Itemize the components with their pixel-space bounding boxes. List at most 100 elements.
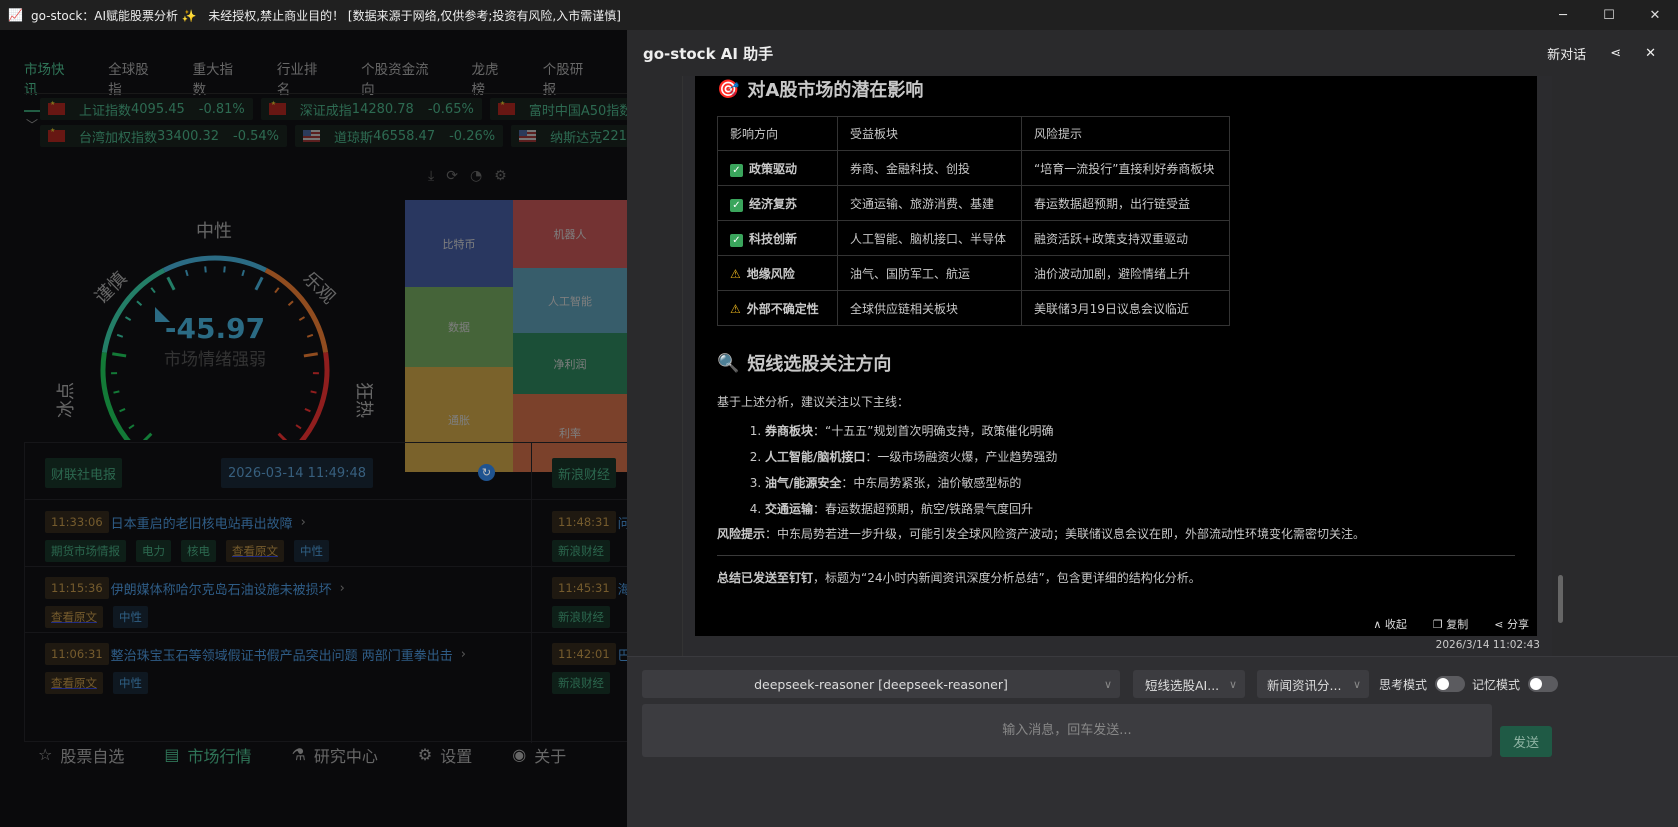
news-title[interactable]: 巴 <box>618 645 627 664</box>
chevron-down-icon[interactable]: ﹀ <box>26 116 38 133</box>
treemap-cell[interactable]: 机器人 <box>513 200 627 268</box>
nav-label: 市场行情 <box>187 746 252 766</box>
news-title[interactable]: 问 <box>618 513 627 532</box>
gauge-tick <box>142 432 153 440</box>
index-chip[interactable]: 台湾加权指数 33400.32 -0.54% <box>40 125 288 147</box>
nav-item-2[interactable]: ⚗ 研究中心 <box>292 743 378 767</box>
model-select[interactable]: deepseek-reasoner [deepseek-reasoner] ∨ <box>642 670 1120 698</box>
minimize-button[interactable]: ─ <box>1540 0 1586 30</box>
news-tag[interactable]: 新浪财经 <box>552 540 610 562</box>
list-item: 交通运输：春运数据超预期，航空/铁路景气度回升 <box>765 496 1515 522</box>
treemap-cell[interactable]: 数据 <box>405 287 513 367</box>
index-row: 上证指数 4095.45 -0.81% 深证成指 14280.78 -0.65% 富时中… <box>40 98 627 120</box>
send-button[interactable]: 发送 <box>1500 726 1552 757</box>
table-header: 风险提示 <box>1021 116 1230 151</box>
topic-select[interactable]: 新闻资讯分... ∨ <box>1257 670 1369 698</box>
news-title[interactable]: 海 <box>618 579 627 598</box>
message-input[interactable] <box>642 704 1492 757</box>
nav-item-3[interactable]: ⚙ 设置 <box>418 743 472 767</box>
news-source-tab[interactable]: 财联社电报 <box>45 458 123 488</box>
news-tag[interactable]: 核电 <box>181 540 216 562</box>
copy-label: 复制 <box>1446 618 1469 631</box>
news-tag[interactable]: 新浪财经 <box>552 672 610 694</box>
index-chip[interactable]: 深证成指 14280.78 -0.65% <box>260 98 482 120</box>
divider <box>717 555 1515 556</box>
tag-label: 期货市场情报 <box>51 544 120 558</box>
news-title[interactable]: 日本重启的老旧核电站再出故障 <box>111 513 293 532</box>
think-mode-label: 思考模式 <box>1379 677 1428 692</box>
treemap-cell[interactable]: 比特币 <box>405 200 513 287</box>
refresh-icon[interactable]: ↻ <box>478 464 495 481</box>
news-tag[interactable]: 查看原文 <box>45 672 103 694</box>
news-title[interactable]: 整治珠宝玉石等领域假证书假产品突出问题 两部门重拳出击 <box>111 645 453 664</box>
sentiment-gauge: -45.97 市场情绪强弱 中性 谨慎 乐观 冰点 狂热 <box>56 221 374 440</box>
news-headline: 11:15:36 伊朗媒体称哈尔克岛石油设施未被损坏 › <box>45 577 345 599</box>
download-icon[interactable]: ⤓ <box>428 168 434 184</box>
nav-item-0[interactable]: ☆ 股票自选 <box>38 743 124 767</box>
treemap-cell[interactable]: 人工智能 <box>513 268 627 333</box>
news-source2-tab[interactable]: 新浪财经 <box>552 458 617 488</box>
chevron-right-icon[interactable]: › <box>340 581 345 596</box>
index-chip[interactable]: 纳斯达克 22105 <box>511 125 627 147</box>
index-chip[interactable]: 上证指数 4095.45 -0.81% <box>40 98 253 120</box>
chevron-right-icon[interactable]: › <box>301 515 306 530</box>
prompt-select[interactable]: 短线选股AI... ∨ <box>1133 670 1245 698</box>
news-item[interactable]: 11:45:31 海新浪财经 <box>552 577 627 628</box>
gauge-tick <box>223 266 226 273</box>
sector-cell: 券商、金融科技、创投 <box>837 150 1022 186</box>
nav-item-1[interactable]: ▤ 市场行情 <box>164 743 251 767</box>
scrollbar[interactable] <box>1558 575 1563 623</box>
nav-label: 研究中心 <box>313 746 378 766</box>
think-mode-toggle[interactable] <box>1435 676 1466 692</box>
table-row: ✓ 政策驱动 券商、金融科技、创投 “培育一流投行”直接利好券商板块 <box>717 150 1230 186</box>
news-item[interactable]: 11:06:31 整治珠宝玉石等领域假证书假产品突出问题 两部门重拳出击 › 查看原文… <box>45 643 466 694</box>
news-tag[interactable]: 电力 <box>136 540 171 562</box>
maximize-button[interactable]: ☐ <box>1586 0 1632 30</box>
collapse-button[interactable]: ∧ 收起 <box>1373 616 1407 632</box>
gauge-tick <box>150 287 156 294</box>
news-item[interactable]: 11:15:36 伊朗媒体称哈尔克岛石油设施未被损坏 › 查看原文 中性 <box>45 577 345 628</box>
tag-label: 中性 <box>119 610 142 624</box>
refresh-icon[interactable]: ⟳ <box>446 168 458 184</box>
message-timestamp: 2026/3/14 11:02:43 <box>1435 639 1540 651</box>
settings-icon[interactable]: ⚙ <box>494 168 507 184</box>
treemap-cell[interactable]: 净利润 <box>513 333 627 394</box>
china-flag-icon <box>497 100 515 115</box>
news-item[interactable]: 11:48:31 问新浪财经 <box>552 511 627 562</box>
index-name: 上证指数 <box>79 103 132 119</box>
list-item: 油气/能源安全：中东局势紧张，油价敏感型标的 <box>765 470 1515 496</box>
close-window-button[interactable]: ✕ <box>1632 0 1678 30</box>
news-title[interactable]: 伊朗媒体称哈尔克岛石油设施未被损坏 <box>111 579 332 598</box>
news-headline: 11:48:31 问 <box>552 511 627 533</box>
news-tag[interactable]: 新浪财经 <box>552 606 610 628</box>
gauge-tick <box>277 432 288 440</box>
bottom-nav: ☆ 股票自选 ▤ 市场行情 ⚗ 研究中心 ⚙ 设置 ◉ 关于 <box>0 722 627 827</box>
gauge-tick <box>113 390 120 394</box>
news-time: 11:42:01 <box>552 643 616 665</box>
news-tags: 新浪财经 <box>552 606 627 628</box>
news-tag[interactable]: 期货市场情报 <box>45 540 126 562</box>
index-value: 4095.45 <box>131 101 185 117</box>
pie-chart-icon[interactable]: ◔ <box>470 168 482 184</box>
news-item[interactable]: 11:42:01 巴新浪财经 <box>552 643 627 694</box>
news-tag[interactable]: 中性 <box>294 540 329 562</box>
index-chip[interactable]: 富时中国A50指数 1 <box>489 98 627 120</box>
news-tag[interactable]: 中性 <box>113 672 148 694</box>
copy-button[interactable]: ❐ 复制 <box>1433 616 1468 632</box>
index-name: 道琼斯 <box>334 130 374 146</box>
index-chip[interactable]: 道琼斯 46558.47 -0.26% <box>295 125 504 147</box>
memory-mode-toggle[interactable] <box>1528 676 1559 692</box>
gauge-tick <box>124 316 132 321</box>
news-tag[interactable]: 中性 <box>113 606 148 628</box>
news-tags: 查看原文 中性 <box>45 672 466 694</box>
new-chat-button[interactable]: 新对话 <box>1547 44 1586 63</box>
share-icon[interactable]: ⋖ <box>1610 46 1621 61</box>
share-button[interactable]: ⋖ 分享 <box>1494 616 1529 632</box>
news-tag[interactable]: 查看原文 <box>226 540 284 562</box>
nav-item-4[interactable]: ◉ 关于 <box>512 743 566 767</box>
chevron-right-icon[interactable]: › <box>461 647 466 662</box>
news-item[interactable]: 11:33:06 日本重启的老旧核电站再出故障 › 期货市场情报 电力 核电 查看原文 中性 <box>45 511 329 562</box>
news-tag[interactable]: 查看原文 <box>45 606 103 628</box>
close-icon[interactable]: ✕ <box>1645 46 1656 61</box>
us-flag-icon <box>519 130 537 142</box>
